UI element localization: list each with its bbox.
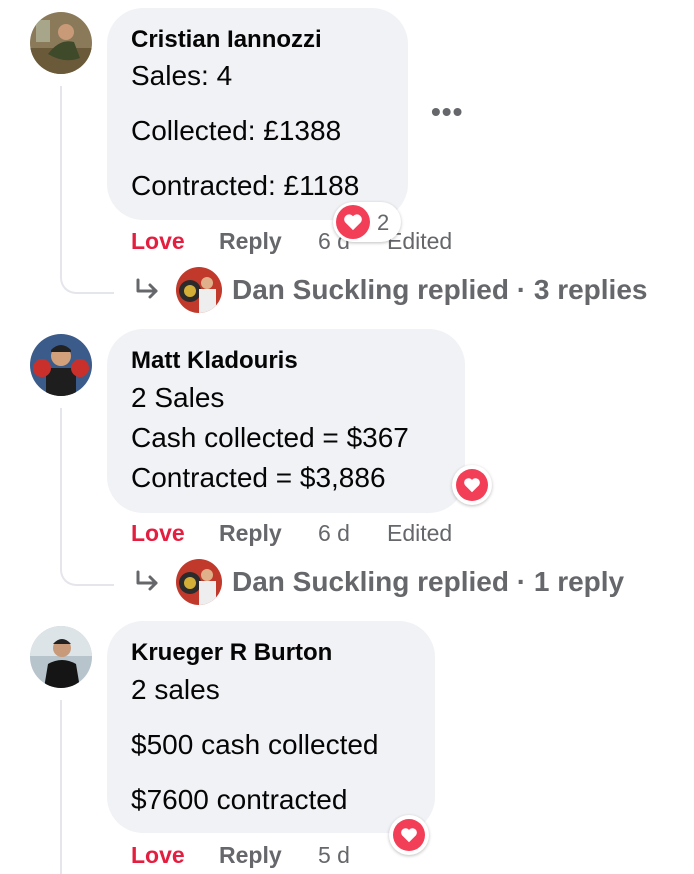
love-button[interactable]: Love xyxy=(131,520,185,547)
more-options-icon[interactable]: ••• xyxy=(431,96,463,128)
thread-line xyxy=(60,408,62,563)
comment-author[interactable]: Krueger R Burton xyxy=(131,639,332,667)
comment-text: $500 cash collected xyxy=(131,729,379,760)
reply-arrow-icon xyxy=(136,278,158,299)
reaction-summary[interactable]: 2 xyxy=(333,202,401,242)
comment-text: $7600 contracted xyxy=(131,784,348,815)
replier-name: Dan Suckling xyxy=(232,274,410,305)
love-reaction-icon xyxy=(456,469,488,501)
reply-button[interactable]: Reply xyxy=(219,520,282,547)
thread-line xyxy=(60,700,62,874)
love-button[interactable]: Love xyxy=(131,228,185,255)
avatar xyxy=(176,559,222,605)
edited-label: Edited xyxy=(387,520,453,546)
view-replies-link[interactable]: Dan Suckling replied · 1 reply xyxy=(134,557,624,607)
comment-text: Contracted = $3,886 xyxy=(131,462,386,493)
reaction-count: 2 xyxy=(377,210,390,235)
avatar[interactable] xyxy=(30,334,92,396)
love-button[interactable]: Love xyxy=(131,842,185,869)
reaction-summary[interactable] xyxy=(452,465,492,505)
thread-connector xyxy=(60,270,114,294)
comment-text: Sales: 4 xyxy=(131,60,233,91)
view-replies-link[interactable]: Dan Suckling replied · 3 replies xyxy=(134,265,647,315)
thread-line xyxy=(60,86,62,271)
comment-timestamp[interactable]: 5 d xyxy=(318,842,350,869)
comment-author[interactable]: Cristian Iannozzi xyxy=(131,26,322,54)
comment-text: Contracted: £1188 xyxy=(131,170,360,201)
love-reaction-icon xyxy=(336,205,370,239)
reply-button[interactable]: Reply xyxy=(219,842,282,869)
reply-button[interactable]: Reply xyxy=(219,228,282,255)
avatar xyxy=(176,267,222,313)
thread-connector xyxy=(60,562,114,586)
comment-author[interactable]: Matt Kladouris xyxy=(131,347,298,375)
replies-count: replied · 1 reply xyxy=(417,566,625,597)
reply-arrow-icon xyxy=(136,570,158,591)
comment-text: Cash collected = $367 xyxy=(131,422,409,453)
comment-text: 2 sales xyxy=(131,674,220,705)
love-reaction-icon xyxy=(393,819,425,851)
comment-text: Collected: £1388 xyxy=(131,115,342,146)
replies-count: replied · 3 replies xyxy=(417,274,648,305)
comment-bubble: Krueger R Burton 2 sales $500 cash colle… xyxy=(107,621,435,833)
comment-timestamp[interactable]: 6 d xyxy=(318,520,350,547)
comment-text: 2 Sales xyxy=(131,382,225,413)
comment-bubble: Matt Kladouris 2 Sales Cash collected = … xyxy=(107,329,465,513)
replier-name: Dan Suckling xyxy=(232,566,410,597)
reaction-summary[interactable] xyxy=(389,815,429,855)
avatar[interactable] xyxy=(30,12,92,74)
avatar[interactable] xyxy=(30,626,92,688)
comment-bubble: Cristian Iannozzi Sales: 4 Collected: £1… xyxy=(107,8,408,220)
